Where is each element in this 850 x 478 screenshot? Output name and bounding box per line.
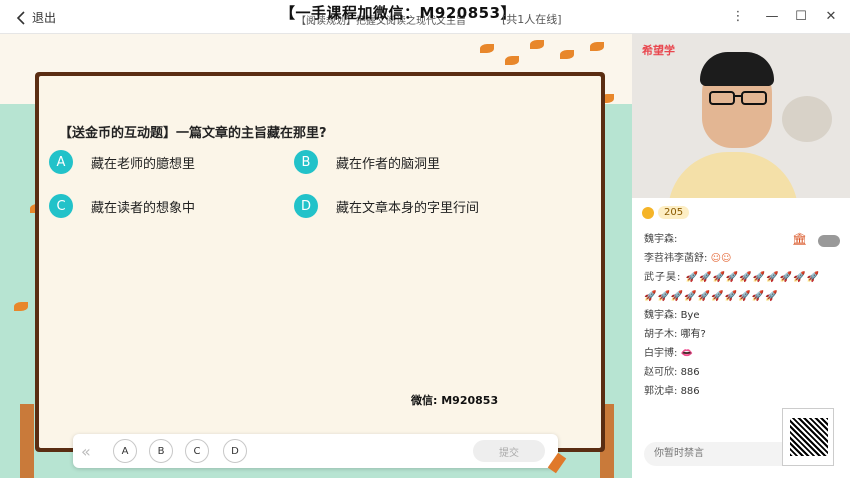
plush-toy: [782, 96, 832, 142]
chat-text: 886: [680, 386, 700, 397]
chat-message: 赵可欣: 886: [644, 363, 844, 382]
answer-option-d[interactable]: D: [223, 439, 247, 463]
pillar-decoration: [20, 404, 34, 478]
answer-option-a[interactable]: A: [113, 439, 137, 463]
chat-text: Bye: [680, 310, 700, 321]
chat-message: 魏宇森: Bye: [644, 306, 844, 325]
leaf-decoration: [505, 56, 519, 65]
close-icon[interactable]: ✕: [823, 9, 839, 24]
collapse-icon[interactable]: «: [81, 442, 91, 461]
chat-text: 🚀🚀🚀🚀🚀🚀🚀🚀🚀🚀: [685, 272, 821, 283]
chat-text: 886: [680, 367, 700, 378]
chat-toggle[interactable]: [818, 235, 840, 247]
back-label: 退出: [32, 11, 57, 25]
option-badge: D: [294, 194, 318, 218]
title-overlay-text: 【一手课程加微信：M920853】: [280, 4, 517, 22]
chat-text: 哪有?: [680, 329, 706, 340]
option-badge: C: [49, 194, 73, 218]
leaf-decoration: [560, 50, 574, 59]
option-badge: B: [294, 150, 318, 174]
question-board: 【送金币的互动题】一篇文章的主旨藏在那里? A 藏在老师的臆想里 B 藏在作者的…: [35, 72, 605, 452]
option-a[interactable]: A 藏在老师的臆想里: [49, 150, 195, 174]
more-icon[interactable]: ⋮: [730, 9, 746, 24]
chat-message: 🚀🚀🚀🚀🚀🚀🚀🚀🚀🚀: [644, 287, 844, 306]
chat-name: 白宇博:: [644, 348, 678, 359]
glasses-icon: [709, 91, 767, 105]
teacher-hair: [700, 52, 774, 86]
answer-option-c[interactable]: C: [185, 439, 209, 463]
option-d[interactable]: D 藏在文章本身的字里行间: [294, 194, 479, 218]
option-text: 藏在读者的想象中: [91, 200, 196, 216]
chat-name: 郭沈卓:: [644, 386, 678, 397]
teacher-video: 希望学: [632, 34, 850, 198]
option-b[interactable]: B 藏在作者的脑洞里: [294, 150, 440, 174]
leaf-decoration: [530, 40, 544, 49]
chat-name: 魏宇森:: [644, 310, 678, 321]
chat-message: 胡子木: 哪有?: [644, 325, 844, 344]
question-text: 【送金币的互动题】一篇文章的主旨藏在那里?: [59, 126, 327, 141]
coin-counter: 205: [642, 206, 690, 219]
qr-pattern: [790, 418, 828, 456]
chat-name: 武子昊:: [644, 272, 682, 283]
lesson-stage: 【送金币的互动题】一篇文章的主旨藏在那里? A 藏在老师的臆想里 B 藏在作者的…: [0, 34, 632, 478]
leaf-decoration: [14, 302, 28, 311]
option-text: 藏在老师的臆想里: [91, 156, 196, 172]
option-c[interactable]: C 藏在读者的想象中: [49, 194, 195, 218]
chat-message: 白宇博: 👄: [644, 344, 844, 363]
teacher-body: [668, 152, 798, 198]
brand-logo: 希望学: [642, 44, 675, 57]
answer-bar: « A B C D 提交: [73, 434, 558, 468]
chat-text: 🚀🚀🚀🚀🚀🚀🚀🚀🚀🚀: [644, 291, 779, 302]
chevron-left-icon: [16, 10, 25, 25]
top-bar: 退出 【阅读规划】把握文阅读之现代文主旨 【一手课程加微信：M920853】 […: [0, 0, 850, 34]
option-badge: A: [49, 150, 73, 174]
question-board-inner: 【送金币的互动题】一篇文章的主旨藏在那里? A 藏在老师的臆想里 B 藏在作者的…: [39, 76, 601, 448]
submit-button[interactable]: 提交: [473, 440, 545, 462]
chat-text: ☺☺: [710, 253, 732, 264]
leaf-decoration: [480, 44, 494, 53]
gift-icon[interactable]: 🏛: [792, 232, 807, 246]
back-button[interactable]: 退出: [16, 9, 56, 26]
chat-message: 魏宇森:: [644, 230, 844, 249]
chat-message: 郭沈卓: 886: [644, 382, 844, 401]
chat-text: 👄: [680, 348, 694, 359]
coin-count: 205: [658, 206, 690, 219]
chat-name: 魏宇森:: [644, 234, 678, 245]
chat-message: 武子昊: 🚀🚀🚀🚀🚀🚀🚀🚀🚀🚀: [644, 268, 844, 287]
chat-list: 魏宇森: 李苕祎李菡舒: ☺☺ 武子昊: 🚀🚀🚀🚀🚀🚀🚀🚀🚀🚀 🚀🚀🚀🚀🚀🚀🚀🚀…: [644, 230, 844, 436]
chat-name: 胡子木:: [644, 329, 678, 340]
maximize-icon[interactable]: ☐: [793, 9, 809, 24]
option-text: 藏在文章本身的字里行间: [336, 200, 480, 216]
leaf-decoration: [590, 42, 604, 51]
chat-input[interactable]: [644, 442, 794, 466]
chat-message: 李苕祎李菡舒: ☺☺: [644, 249, 844, 268]
option-text: 藏在作者的脑洞里: [336, 156, 441, 172]
wechat-watermark: 微信: M920853: [411, 394, 499, 407]
chat-name: 李苕祎李菡舒:: [644, 253, 708, 264]
answer-option-b[interactable]: B: [149, 439, 173, 463]
coin-icon: [642, 206, 654, 219]
chat-name: 赵可欣:: [644, 367, 678, 378]
minimize-icon[interactable]: —: [764, 9, 780, 24]
online-count: [共1人在线]: [502, 13, 562, 26]
